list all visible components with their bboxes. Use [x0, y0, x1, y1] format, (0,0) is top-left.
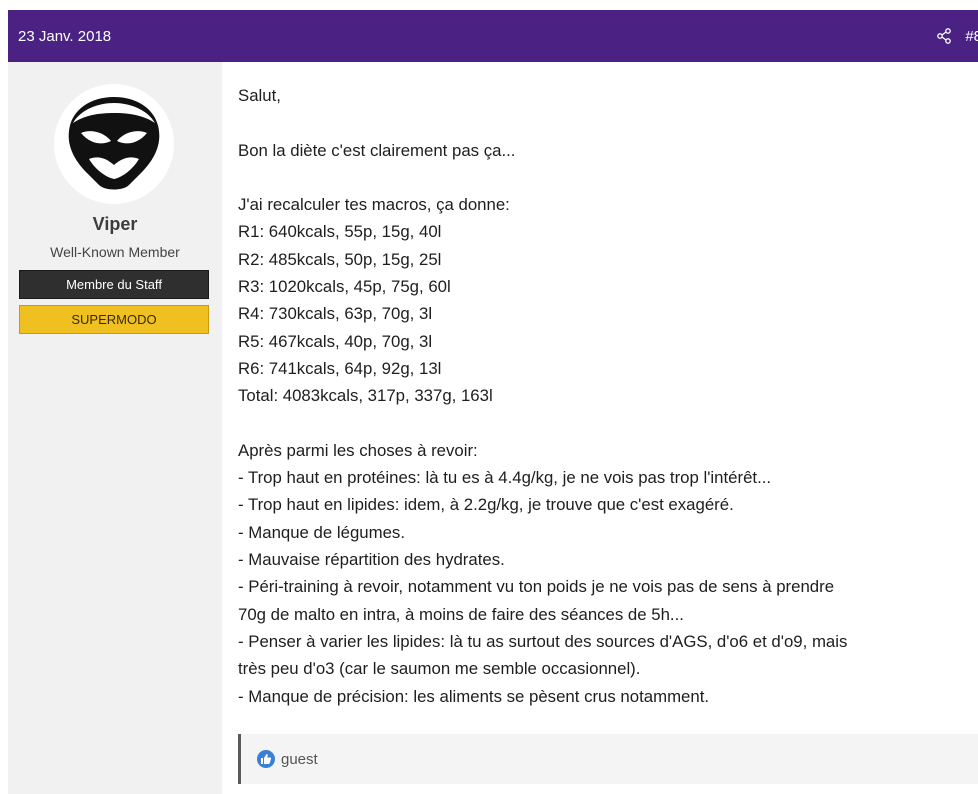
message-line: Bon la diète c'est clairement pas ça... [238, 140, 516, 160]
message-line: Total: 4083kcals, 317p, 337g, 163l [238, 386, 493, 406]
user-title: Well-Known Member [50, 244, 180, 260]
message-line: Salut, [238, 86, 281, 105]
message-line: - Péri-training à revoir, notamment vu t… [238, 577, 835, 597]
message-line: très peu d'o3 (car le saumon me semble o… [238, 659, 641, 679]
message-line: - Trop haut en lipides: idem, à 2.2g/kg,… [238, 495, 734, 515]
message-line: R1: 640kcals, 55p, 15g, 40l [238, 222, 442, 242]
message-line: R4: 730kcals, 63p, 70g, 3l [238, 304, 433, 324]
supermodo-banner: SUPERMODO [19, 305, 209, 334]
message-line: - Manque de précision: les aliments se p… [238, 686, 710, 706]
message-line: - Trop haut en protéines: là tu es à 4.4… [238, 468, 772, 488]
message-line: Après parmi les choses à revoir: [238, 440, 478, 460]
reactions-bar: guest [238, 734, 978, 784]
message-line: - Manque de légumes. [238, 522, 405, 542]
message-body: Salut, Bon la diète c'est clairement pas … [238, 82, 973, 710]
post-date[interactable]: 23 Janv. 2018 [18, 28, 111, 45]
staff-banner: Membre du Staff [19, 270, 209, 299]
post-number-link[interactable]: #8 [965, 28, 978, 45]
message-line: R5: 467kcals, 40p, 70g, 3l [238, 331, 433, 351]
user-sidebar: Viper Well-Known Member Membre du Staff … [8, 62, 222, 794]
avatar[interactable] [54, 84, 174, 204]
message-line: 70g de malto en intra, à moins de faire … [238, 604, 684, 624]
message-line: R6: 741kcals, 64p, 92g, 13l [238, 358, 442, 378]
share-icon[interactable] [935, 27, 953, 45]
message-line: - Penser à varier les lipides: là tu as … [238, 631, 848, 651]
reaction-users-link[interactable]: guest [281, 751, 318, 768]
post-header-actions: #8 [935, 27, 978, 45]
message-line: - Mauvaise répartition des hydrates. [238, 550, 505, 570]
username-link[interactable]: Viper [8, 214, 222, 235]
message-line: R2: 485kcals, 50p, 15g, 25l [238, 249, 442, 269]
post-header: 23 Janv. 2018 #8 [8, 10, 978, 62]
viper-logo-icon [68, 97, 160, 190]
message-line: R3: 1020kcals, 45p, 75g, 60l [238, 277, 451, 297]
like-icon[interactable] [257, 750, 275, 768]
message-line: J'ai recalculer tes macros, ça donne: [238, 195, 510, 215]
